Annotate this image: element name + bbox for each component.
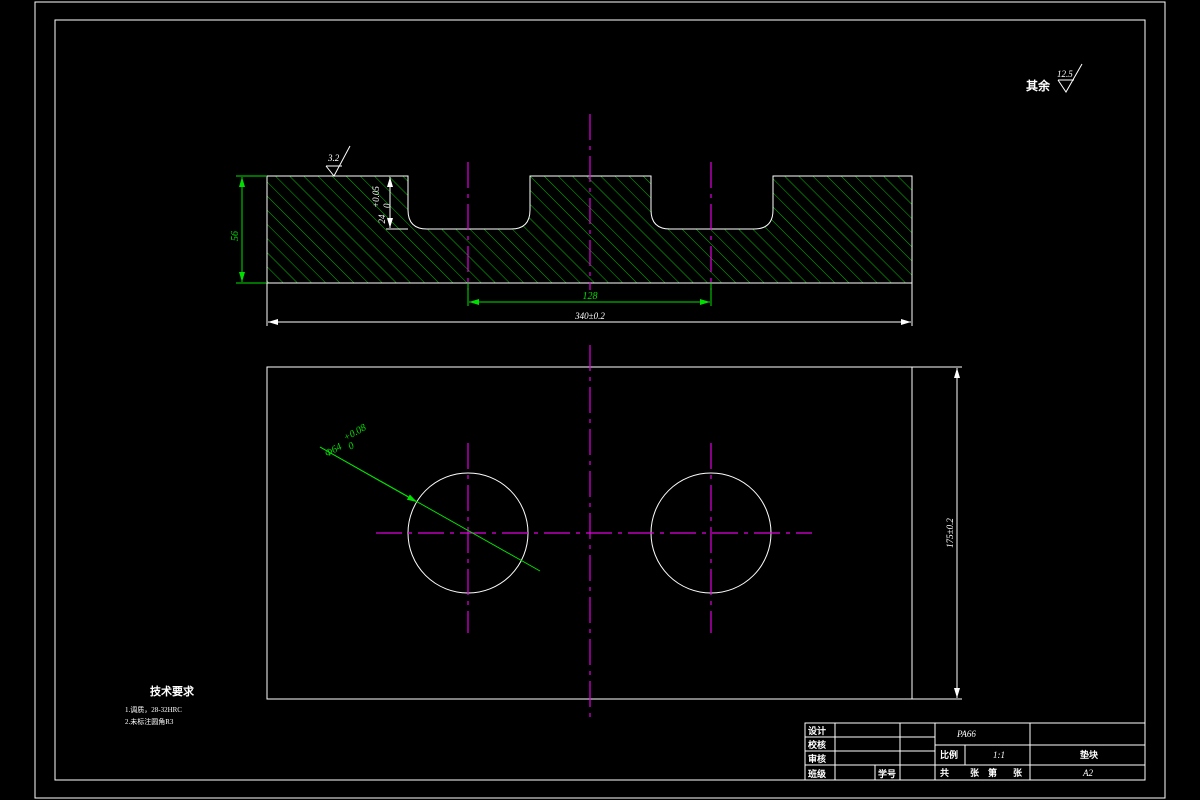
tb-scale-label: 比例 [940, 749, 958, 760]
top-roughness-value: 3.2 [327, 153, 340, 163]
section-view: 3.2 56 24 +0.05 0 128 340±0.2 [230, 114, 913, 326]
tb-sheet-unit-1: 张 [970, 767, 980, 778]
notes-item-1: 1.调质，28-32HRC [125, 705, 182, 714]
roughness-general-label: 其余 [1026, 78, 1051, 93]
tb-label-approve: 审核 [808, 753, 826, 764]
height-dim-text: 56 [230, 231, 241, 241]
roughness-general-value: 12.5 [1057, 69, 1073, 79]
hole-dia-label: Φ64 +0.08 0 [323, 422, 369, 459]
tb-part-name: PA66 [956, 729, 976, 739]
sheet-inner-border [54, 19, 1146, 781]
width-dim-text: 175±0.2 [945, 518, 955, 548]
tb-label-class: 班级 [808, 768, 827, 779]
notes-item-2: 2.未标注圆角R3 [125, 717, 174, 726]
plan-view: Φ64 +0.08 0 175±0.2 [266, 345, 962, 718]
tb-material: 垫块 [1080, 749, 1099, 760]
tb-label-design: 设计 [808, 725, 826, 736]
length-dim-text: 340±0.2 [574, 311, 605, 321]
general-roughness-note: 其余 12.5 [1026, 63, 1083, 93]
tb-sheet-size: A2 [1082, 768, 1093, 778]
title-block: 设计 校核 审核 班级 学号 PA66 比例 1:1 垫块 共 张 第 张 A2 [804, 722, 1146, 781]
depth-tol-upper: +0.05 [371, 186, 381, 208]
tb-label-check: 校核 [808, 739, 826, 750]
tb-sheet-unit-2: 张 [1013, 767, 1023, 778]
tb-label-student-no: 学号 [878, 768, 896, 779]
depth-dim-text: 24 [377, 214, 387, 224]
spacing-dim-text: 128 [583, 291, 598, 302]
tb-sheet-index-label: 第 [988, 767, 997, 778]
notes-title: 技术要求 [150, 684, 195, 698]
tb-sheet-total-label: 共 [940, 767, 949, 778]
depth-tol-lower: 0 [382, 203, 392, 208]
tb-scale-value: 1:1 [993, 750, 1005, 760]
section-hatched-body [266, 175, 913, 284]
engineering-drawing: 其余 12.5 3.2 56 24 +0.05 0 128 340±0.2 Φ6… [34, 1, 1166, 799]
technical-notes: 技术要求 1.调质，28-32HRC 2.未标注圆角R3 [125, 684, 195, 726]
sheet-outer-border [34, 1, 1166, 799]
hole-dia-text: Φ64 [323, 441, 344, 459]
hole-dia-tol-lower: 0 [347, 440, 357, 452]
hole-dia-tol-upper: +0.08 [342, 422, 369, 443]
